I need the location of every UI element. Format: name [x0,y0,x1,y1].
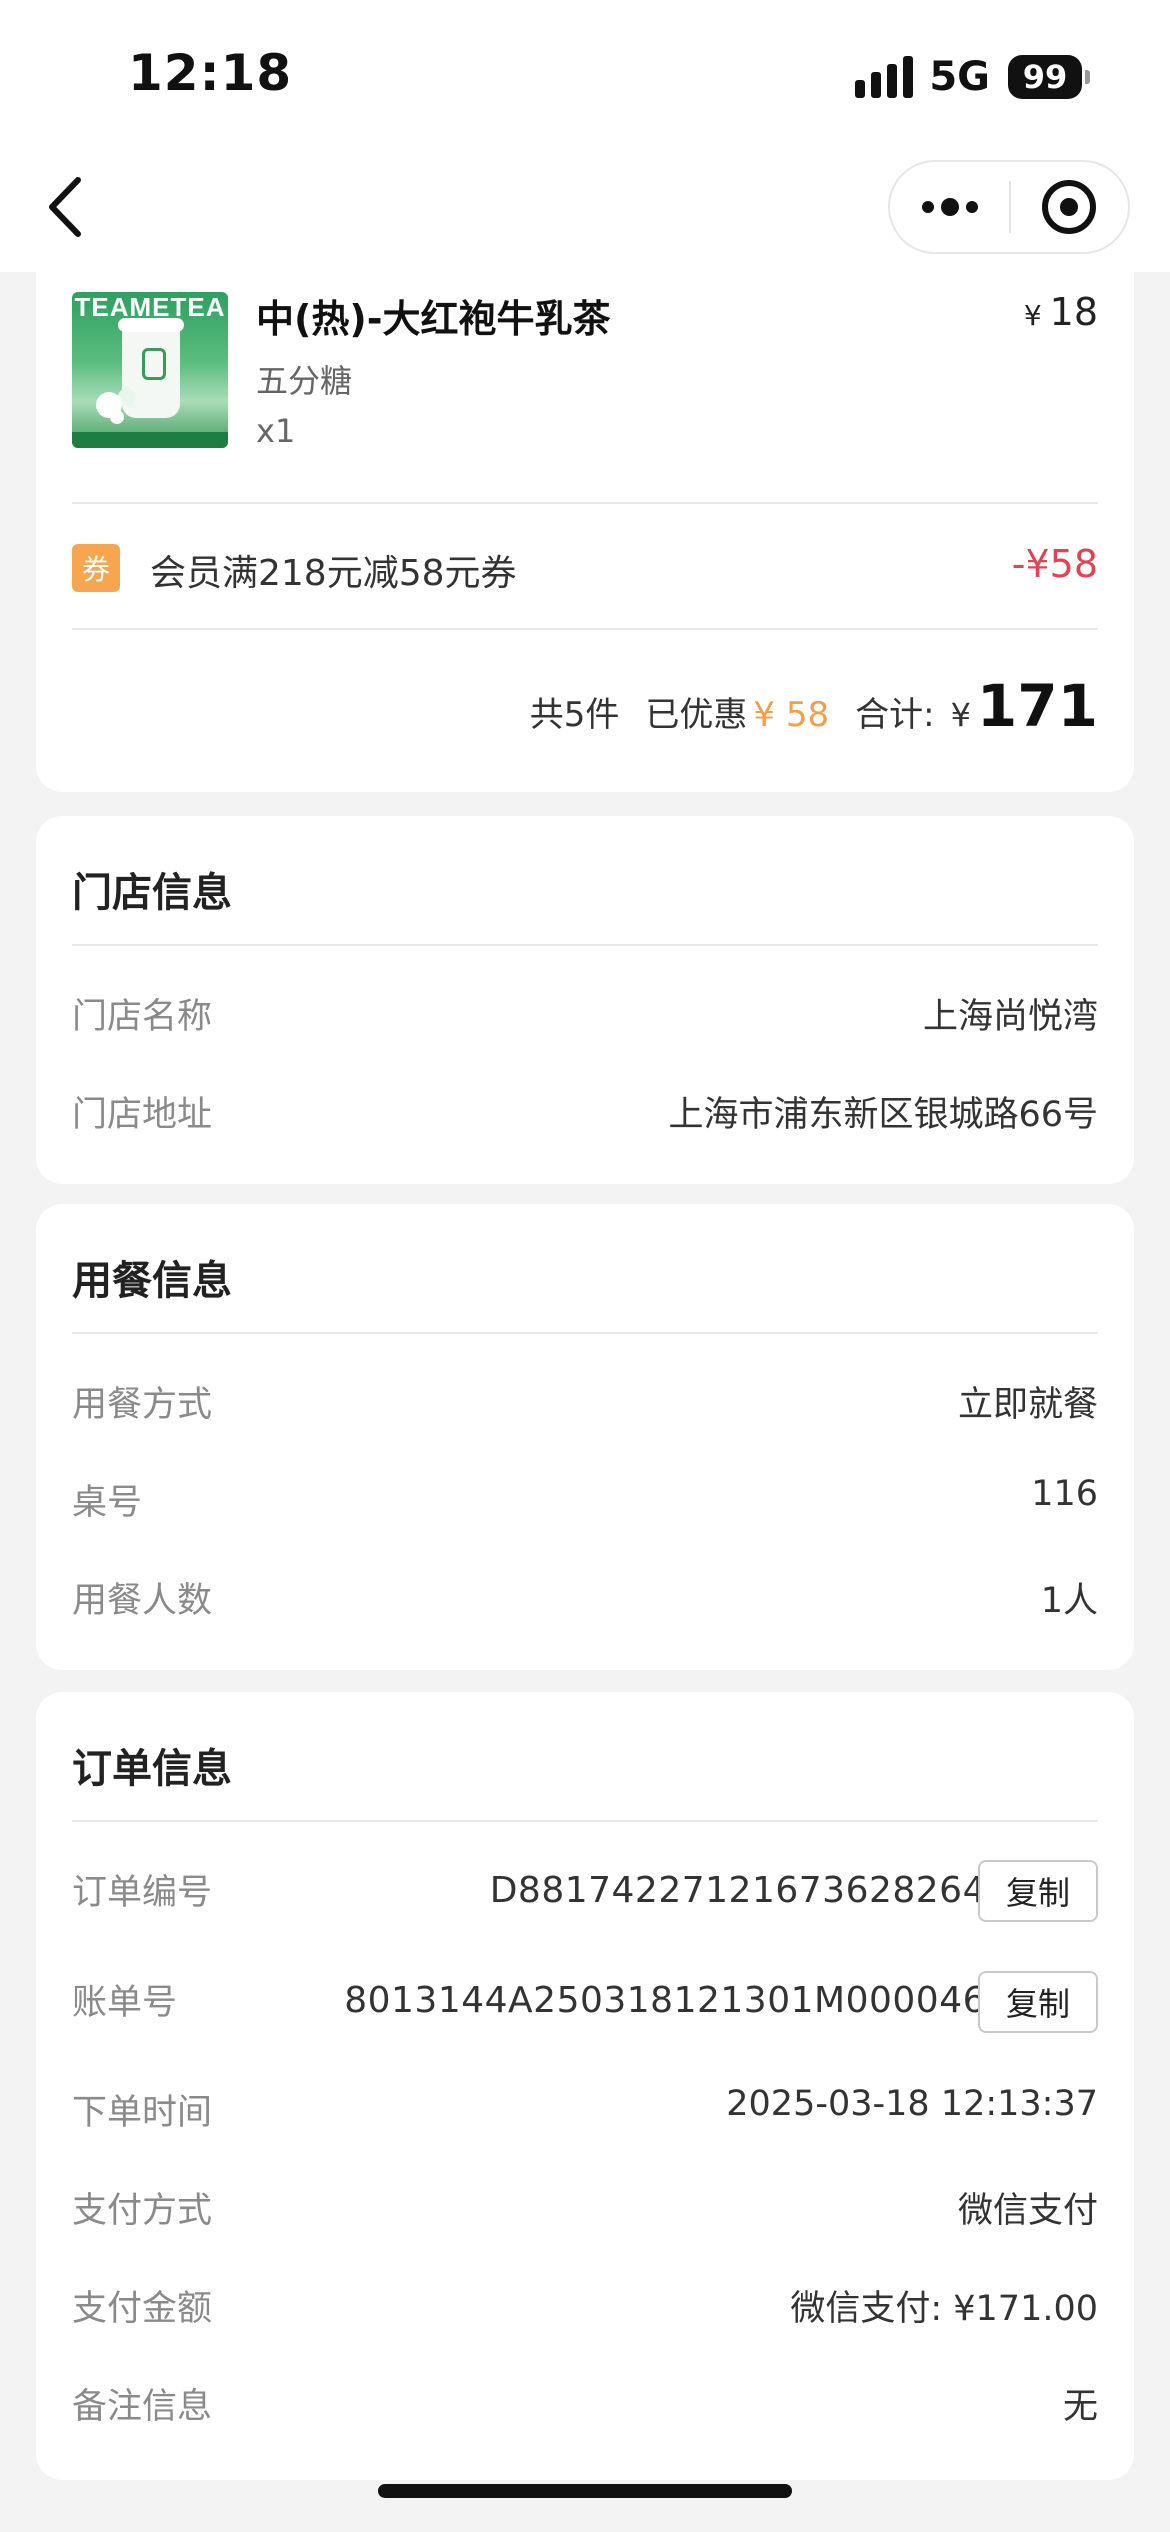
coupon-amount: -¥58 [1011,542,1098,586]
chevron-left-icon [49,177,81,237]
home-indicator[interactable] [378,2484,792,2498]
coupon-text: 会员满218元减58元券 [150,553,517,594]
dining-info-card: 用餐信息 用餐方式 立即就餐 桌号 116 用餐人数 1人 [36,1204,1134,1670]
divider [72,1820,1098,1822]
store-address-value: 上海市浦东新区银城路66号 [668,1095,1098,1135]
price-currency: ¥ [1023,299,1042,332]
payment-method-value: 微信支付 [957,2191,1098,2231]
product-spec: 五分糖 [256,362,353,400]
divider [72,628,1098,630]
divider [72,944,1098,946]
divider [72,502,1098,504]
network-type: 5G [929,54,990,100]
back-button[interactable] [38,172,98,242]
order-info-card: 订单信息 订单编号 D88174227121673628264 复制 账单号 8… [36,1692,1134,2480]
battery-tip [1085,70,1090,84]
status-indicators: 5G 99 [855,52,1090,102]
order-number-label: 订单编号 [72,1873,213,1913]
total-amount: 171 [976,672,1098,740]
status-time: 12:18 [128,44,293,102]
diner-count-label: 用餐人数 [72,1581,213,1621]
image-strip [72,432,228,448]
saved-value: ¥ 58 [753,695,830,735]
price-value: 18 [1049,290,1098,334]
total-label: 合计: [855,695,935,735]
coupon-badge: 券 [72,544,120,592]
mini-program-capsule [888,160,1130,254]
divider [72,1332,1098,1334]
copy-bill-number-button[interactable]: 复制 [978,1971,1098,2033]
payment-amount-label: 支付金额 [72,2289,213,2329]
store-name-value: 上海尚悦湾 [922,997,1098,1037]
order-items-card: TEAMETEA 中(热)-大红袍牛乳茶 ¥18 五分糖 x1 券 会员满218… [36,240,1134,792]
copy-order-number-button[interactable]: 复制 [978,1860,1098,1922]
signal-icon [855,56,914,98]
bill-number-value: 8013144A250318121301M000046 [344,1980,986,2021]
product-quantity: x1 [256,412,296,450]
order-summary: 共5件 已优惠 ¥ 58 合计: ¥ 171 [530,672,1098,740]
section-title: 用餐信息 [72,1258,232,1304]
store-name-label: 门店名称 [72,997,213,1037]
more-dot [965,201,978,213]
dining-method-label: 用餐方式 [72,1385,213,1425]
more-button[interactable] [890,162,1009,252]
section-title: 门店信息 [72,870,232,916]
cup-icon [118,318,184,418]
payment-method-label: 支付方式 [72,2191,213,2231]
payment-amount-value: 微信支付: ¥171.00 [790,2289,1098,2329]
flower-icon [96,392,122,418]
diner-count-value: 1人 [1040,1581,1098,1621]
store-info-card: 门店信息 门店名称 上海尚悦湾 门店地址 上海市浦东新区银城路66号 [36,816,1134,1184]
battery-icon: 99 [1008,55,1082,99]
table-number-value: 116 [1031,1474,1098,1514]
total-currency: ¥ [950,696,971,734]
store-address-label: 门店地址 [72,1095,213,1135]
more-dot [940,198,959,216]
table-number-label: 桌号 [72,1483,143,1523]
item-count: 共5件 [529,695,620,735]
product-name: 中(热)-大红袍牛乳茶 [256,297,611,341]
remark-value: 无 [1062,2387,1098,2427]
more-dots-icon [921,201,934,213]
section-title: 订单信息 [72,1746,232,1792]
remark-label: 备注信息 [72,2387,213,2427]
product-image: TEAMETEA [72,292,228,448]
bill-number-label: 账单号 [72,1983,178,2023]
order-time-value: 2025-03-18 12:13:37 [726,2084,1098,2124]
order-number-value: D88174227121673628264 [489,1870,986,1911]
close-button[interactable] [1011,162,1128,252]
saved-label: 已优惠 [645,695,748,735]
top-bar: 12:18 5G 99 [0,0,1170,272]
target-circle-icon [1042,180,1097,234]
order-time-label: 下单时间 [72,2093,213,2133]
dining-method-value: 立即就餐 [957,1385,1098,1425]
product-price: ¥18 [1024,290,1098,334]
